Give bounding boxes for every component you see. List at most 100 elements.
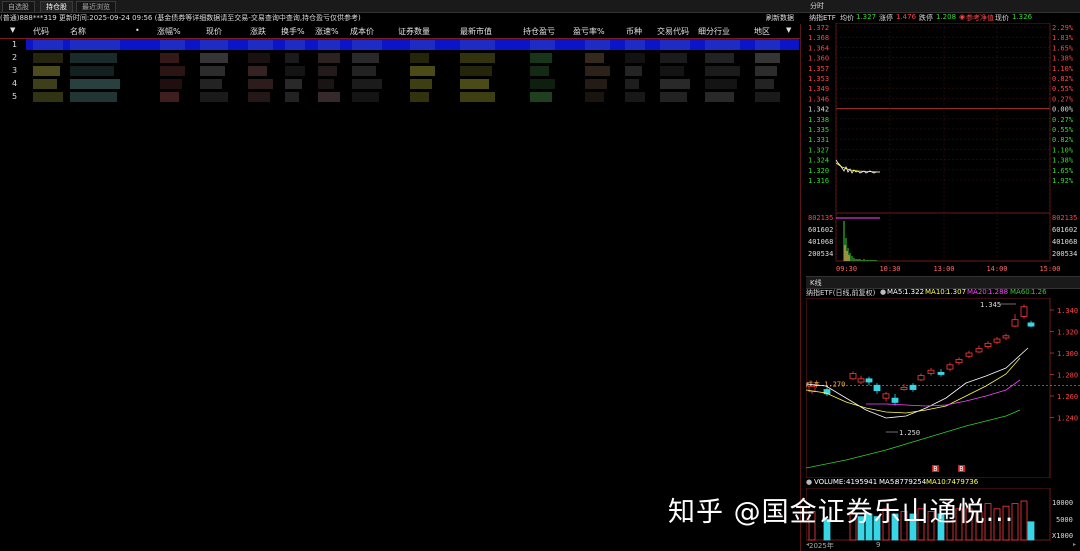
redacted-cell [200, 66, 225, 76]
col-change-pct[interactable]: 涨幅% [157, 26, 181, 37]
price-tick-label: 1.316 [808, 177, 829, 185]
low-price-label: 1.250 [899, 429, 920, 437]
kline-price-tick: 1.340 [1057, 307, 1078, 315]
col-price[interactable]: 现价 [206, 26, 222, 37]
col-dot[interactable]: • [135, 26, 140, 35]
col-trade-code[interactable]: 交易代码 [657, 26, 689, 37]
tab-holdings[interactable]: 持仓股 [40, 1, 73, 12]
col-currency[interactable]: 币种 [626, 26, 642, 37]
buy-marker-label: B [933, 465, 937, 473]
date-label-month: 9 [876, 541, 881, 549]
col-market-value[interactable]: 最新市值 [460, 26, 492, 37]
pct-tick-label: 0.82% [1052, 75, 1074, 83]
volume-info: ● VOLUME: 4195941 MA5: 8779254 MA10: 747… [806, 478, 1080, 488]
time-tick-label: 10:30 [879, 265, 900, 273]
col-code[interactable]: 代码 [33, 26, 49, 37]
redacted-cell [625, 92, 645, 102]
tab-watchlist[interactable]: 自选股 [2, 1, 35, 12]
ref-nav-label[interactable]: 参考净值 [966, 13, 994, 23]
redacted-cell [585, 92, 604, 102]
redacted-cell [705, 79, 737, 89]
candle-body [965, 352, 973, 357]
pct-tick-label: 1.65% [1052, 167, 1074, 175]
redacted-cell [460, 53, 495, 63]
redacted-cell [585, 53, 604, 63]
redacted-cell [33, 40, 63, 50]
redacted-cell [248, 40, 273, 50]
price-tick-label: 1.364 [808, 44, 829, 52]
redacted-cell [318, 40, 340, 50]
avg-label: 均价 [840, 14, 854, 22]
redacted-cell [410, 66, 435, 76]
candle-body [975, 348, 983, 353]
intraday-chart[interactable]: 1.372 2.29% 1.368 1.83% 1.364 1.65% 1.360 1.38%… [806, 23, 1080, 276]
redacted-cell [285, 53, 299, 63]
vma10-value: 7479736 [947, 478, 979, 486]
candle-body [946, 364, 954, 370]
redacted-cell [705, 40, 740, 50]
candle-body [900, 387, 908, 390]
vma10-label: MA10: [926, 478, 949, 486]
redacted-cell [705, 92, 734, 102]
sort-arrow-icon[interactable]: ▼ [10, 26, 15, 34]
candle-body [955, 359, 963, 364]
kline-fund-name: 纳指ETF(日线,前复权) [806, 289, 876, 297]
ma10-label: MA10: [925, 288, 948, 296]
price-tick-label: 1.360 [808, 55, 829, 63]
redacted-cell [248, 66, 267, 76]
buy-marker-label: B [959, 465, 963, 473]
col-region[interactable]: 地区 [754, 26, 770, 37]
col-quantity[interactable]: 证券数量 [398, 26, 430, 37]
price-tick-label: 1.342 [808, 106, 829, 114]
kline-ma-icon: ● [880, 288, 887, 296]
holdings-panel [0, 24, 801, 551]
candle-body [849, 373, 857, 380]
redacted-cell [625, 40, 645, 50]
limit-down-value: 1.208 [936, 13, 957, 21]
kline-price-tick: 1.300 [1057, 350, 1078, 358]
redacted-cell [318, 79, 334, 89]
redacted-cell [200, 53, 228, 63]
price-tick-label: 1.368 [808, 34, 829, 42]
candle-body [1020, 306, 1028, 317]
time-tick-label: 15:00 [1039, 265, 1060, 273]
pct-tick-label: 0.55% [1052, 126, 1074, 134]
column-menu-icon[interactable]: ▼ [786, 26, 791, 34]
col-pnl[interactable]: 持仓盈亏 [523, 26, 555, 37]
redacted-cell [285, 92, 299, 102]
price-value: 1.326 [1012, 13, 1033, 21]
kline-chart[interactable]: 1.3401.3201.3001.2801.2601.240成本 1.2701.… [806, 298, 1080, 478]
redacted-cell [70, 66, 114, 76]
redacted-cell [585, 40, 610, 50]
col-name[interactable]: 名称 [70, 26, 86, 37]
redacted-cell [755, 79, 774, 89]
tab-recent[interactable]: 最近浏览 [76, 1, 116, 12]
col-turnover[interactable]: 换手% [281, 26, 305, 37]
col-speed[interactable]: 涨速% [315, 26, 339, 37]
redacted-cell [318, 92, 340, 102]
col-pnl-rate[interactable]: 盈亏率% [573, 26, 605, 37]
redacted-cell [200, 40, 228, 50]
col-cost[interactable]: 成本价 [350, 26, 374, 37]
intraday-info: 纳指ETF 均价 1.327 涨停 1.476 跌停 1.208 ◉ 参考净值 … [806, 13, 1080, 23]
pct-tick-label: 0.00% [1052, 106, 1074, 114]
redacted-cell [660, 40, 690, 50]
redacted-cell [248, 53, 270, 63]
candle-body [917, 375, 925, 381]
row-number: 1 [12, 40, 18, 49]
col-industry[interactable]: 细分行业 [698, 26, 730, 37]
volume-icon: ● [806, 478, 813, 486]
col-change[interactable]: 涨跌 [250, 26, 266, 37]
redacted-cell [352, 66, 376, 76]
volume-bar [1027, 521, 1035, 541]
ma60-value: 1.26 [1031, 288, 1047, 296]
pct-tick-label: 0.82% [1052, 136, 1074, 144]
scroll-right-icon[interactable]: ▸ [1073, 541, 1076, 548]
intraday-fund-name: 纳指ETF [809, 14, 836, 22]
redacted-cell [660, 79, 690, 89]
redacted-cell [160, 66, 185, 76]
redacted-cell [530, 79, 555, 89]
redacted-cell [352, 92, 379, 102]
refresh-button[interactable]: 刷新数据 [766, 13, 794, 24]
account-info-line: (普通)888***319 更新时间:2025-09-24 09:56 (基金债… [0, 14, 361, 22]
